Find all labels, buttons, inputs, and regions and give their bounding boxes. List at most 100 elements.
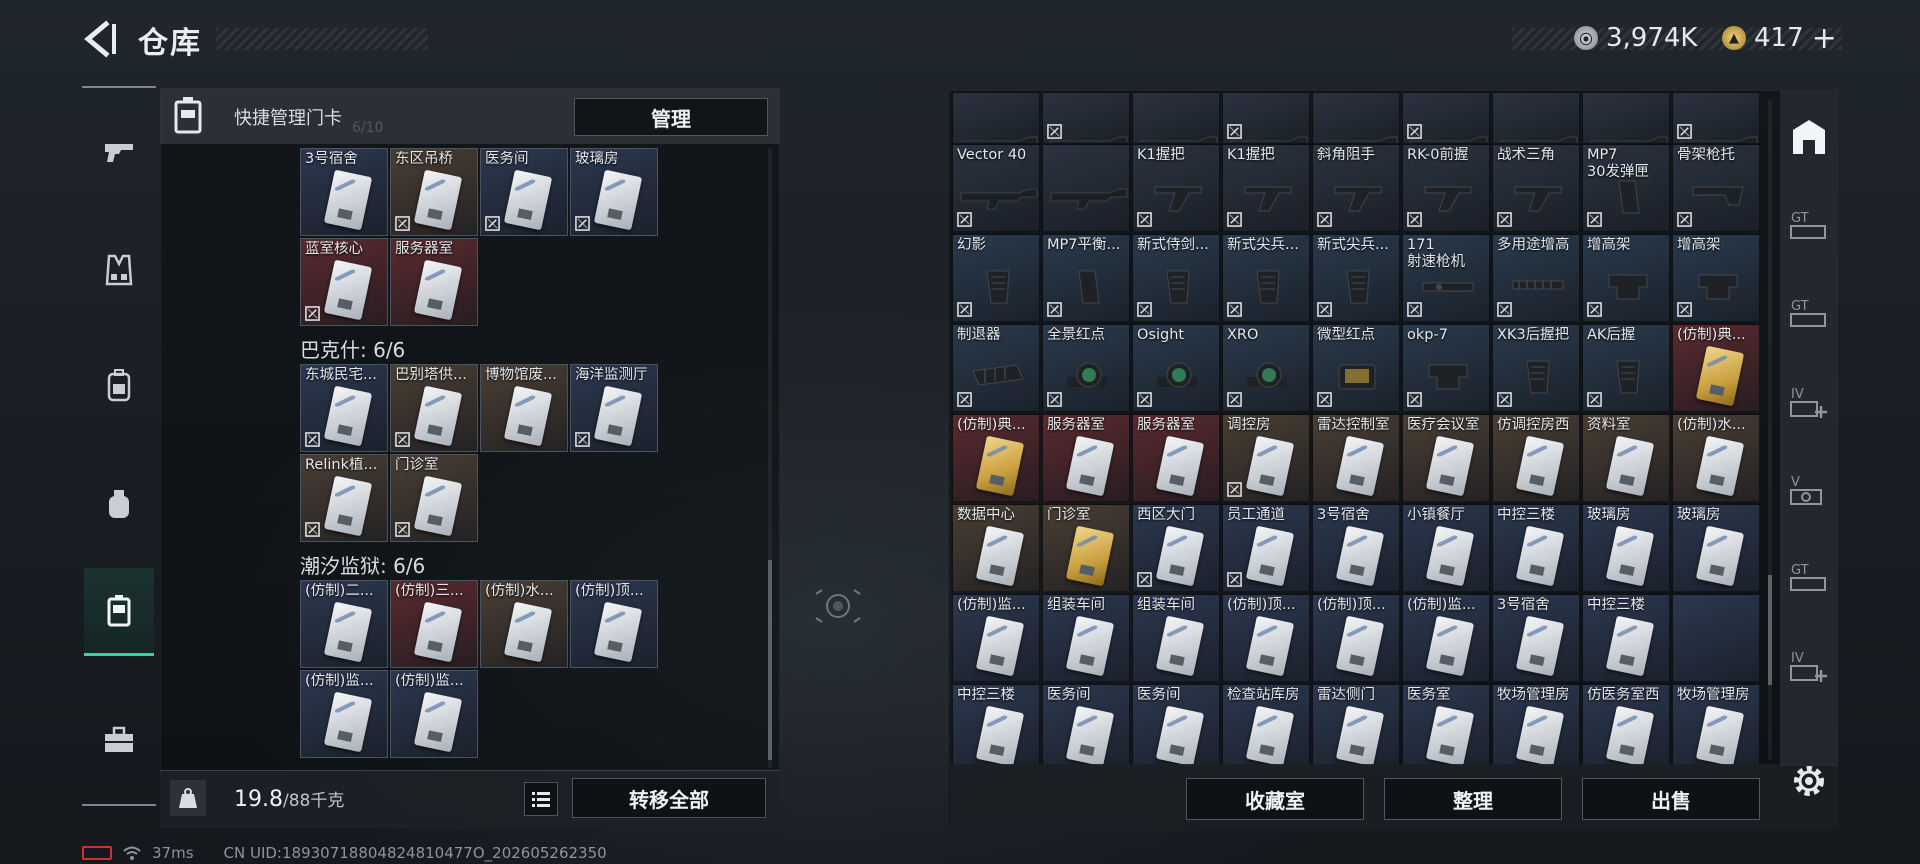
warehouse-item[interactable]: RK-0前握 [1402, 144, 1490, 232]
collection-room-button[interactable]: 收藏室 [1186, 778, 1364, 820]
warehouse-item[interactable]: 中控三楼 [952, 684, 1040, 772]
nav-toolbox[interactable] [84, 696, 154, 784]
warehouse-item[interactable]: 医疗会议室 [1402, 414, 1490, 502]
warehouse-item[interactable]: 微型红点 [1312, 324, 1400, 412]
warehouse-item[interactable]: 组装车间 [1132, 594, 1220, 682]
warehouse-item[interactable]: 3号宿舍 [1312, 504, 1400, 592]
warehouse-item[interactable]: 医务室 [1402, 684, 1490, 772]
back-button[interactable] [78, 18, 120, 60]
warehouse-item[interactable]: Osight [1132, 324, 1220, 412]
category-filter-button[interactable]: GT [1780, 544, 1838, 616]
warehouse-item[interactable]: 服务器室 [1042, 414, 1130, 502]
warehouse-item[interactable]: 数据中心 [952, 504, 1040, 592]
keycard-slot[interactable]: (仿制)二... [300, 580, 388, 668]
keycard-slot[interactable]: (仿制)监... [390, 670, 478, 758]
nav-gear[interactable] [84, 226, 154, 314]
nav-consumables[interactable] [84, 460, 154, 548]
warehouse-item[interactable]: K1握把 [1222, 144, 1310, 232]
warehouse-item[interactable] [1402, 92, 1490, 144]
warehouse-item[interactable]: 调控房 [1222, 414, 1310, 502]
warehouse-item[interactable] [1042, 92, 1130, 144]
manage-button[interactable]: 管理 [574, 98, 768, 136]
category-filter-button[interactable]: V [1780, 456, 1838, 528]
keycard-slot[interactable]: 医务间 [480, 148, 568, 236]
warehouse-item[interactable]: XRO [1222, 324, 1310, 412]
warehouse-item[interactable]: MP7平衡... [1042, 234, 1130, 322]
warehouse-item[interactable]: 战术三角 [1492, 144, 1580, 232]
warehouse-item[interactable]: 多用途增高 [1492, 234, 1580, 322]
warehouse-item[interactable]: 牧场管理房 [1672, 684, 1760, 772]
warehouse-item[interactable] [1672, 92, 1760, 144]
warehouse-item[interactable]: 检查站库房 [1222, 684, 1310, 772]
warehouse-item[interactable]: 全景红点 [1042, 324, 1130, 412]
warehouse-item[interactable]: 斜角阻手 [1312, 144, 1400, 232]
warehouse-item[interactable]: 3号宿舍 [1492, 594, 1580, 682]
keycard-slot[interactable]: (仿制)顶... [570, 580, 658, 668]
keycard-slot[interactable]: 巴别塔供... [390, 364, 478, 452]
nav-backpack[interactable] [84, 342, 154, 430]
warehouse-item[interactable]: (仿制)典... [1672, 324, 1760, 412]
keycard-slot[interactable]: (仿制)监... [300, 670, 388, 758]
organize-button[interactable]: 整理 [1384, 778, 1562, 820]
warehouse-item[interactable]: (仿制)典... [952, 414, 1040, 502]
warehouse-item[interactable]: 服务器室 [1132, 414, 1220, 502]
left-scrollbar[interactable] [768, 560, 772, 760]
nav-keycards[interactable] [84, 568, 154, 656]
sell-button[interactable]: 出售 [1582, 778, 1760, 820]
warehouse-item[interactable] [1492, 92, 1580, 144]
add-premium-button[interactable]: + [1812, 21, 1837, 56]
warehouse-item[interactable]: 增高架 [1582, 234, 1670, 322]
warehouse-item[interactable]: 幻影 [952, 234, 1040, 322]
warehouse-item[interactable]: 中控三楼 [1582, 594, 1670, 682]
category-filter-button[interactable]: IV [1780, 632, 1838, 704]
warehouse-item[interactable]: 制退器 [952, 324, 1040, 412]
nav-firearms[interactable] [84, 108, 154, 196]
category-filter-button[interactable]: IV [1780, 368, 1838, 440]
warehouse-item[interactable]: Vector 40 [952, 144, 1040, 232]
keycard-slot[interactable]: 博物馆废... [480, 364, 568, 452]
warehouse-item[interactable]: 雷达侧门 [1312, 684, 1400, 772]
warehouse-item[interactable]: 小镇餐厅 [1402, 504, 1490, 592]
warehouse-item[interactable]: (仿制)监... [952, 594, 1040, 682]
warehouse-item[interactable]: (仿制)水... [1672, 414, 1760, 502]
transfer-all-button[interactable]: 转移全部 [572, 778, 766, 818]
category-all-button[interactable] [1780, 104, 1838, 176]
warehouse-item[interactable]: okp-7 [1402, 324, 1490, 412]
warehouse-item[interactable]: 雷达控制室 [1312, 414, 1400, 502]
warehouse-item[interactable]: 增高架 [1672, 234, 1760, 322]
keycard-slot[interactable]: 海洋监测厅 [570, 364, 658, 452]
premium-balance[interactable]: ▲ 417 + [1722, 20, 1837, 56]
warehouse-item[interactable]: 医务间 [1042, 684, 1130, 772]
warehouse-item[interactable] [952, 92, 1040, 144]
keycard-slot[interactable]: 门诊室 [390, 454, 478, 542]
warehouse-item[interactable]: 组装车间 [1042, 594, 1130, 682]
warehouse-item[interactable]: (仿制)顶... [1312, 594, 1400, 682]
warehouse-item[interactable]: 西区大门 [1132, 504, 1220, 592]
warehouse-item[interactable]: 资料室 [1582, 414, 1670, 502]
keycard-slot[interactable]: 东区吊桥 [390, 148, 478, 236]
warehouse-item[interactable]: 新式尖兵... [1312, 234, 1400, 322]
warehouse-item[interactable]: XK3后握把 [1492, 324, 1580, 412]
warehouse-item[interactable]: 门诊室 [1042, 504, 1130, 592]
keycard-slot[interactable]: Relink植... [300, 454, 388, 542]
warehouse-item[interactable]: 玻璃房 [1672, 504, 1760, 592]
category-filter-button[interactable]: GT [1780, 280, 1838, 352]
keycard-slot[interactable]: 玻璃房 [570, 148, 658, 236]
keycard-slot[interactable]: (仿制)水... [480, 580, 568, 668]
keycard-slot[interactable]: 蓝室核心 [300, 238, 388, 326]
warehouse-item[interactable]: (仿制)顶... [1222, 594, 1310, 682]
warehouse-item[interactable]: 171 射速枪机 [1402, 234, 1490, 322]
warehouse-item[interactable]: 医务间 [1132, 684, 1220, 772]
warehouse-item[interactable] [1312, 92, 1400, 144]
warehouse-item[interactable]: 仿医务室西 [1582, 684, 1670, 772]
warehouse-item[interactable]: 仿调控房西 [1492, 414, 1580, 502]
warehouse-scrollbar[interactable] [1768, 575, 1772, 685]
warehouse-item[interactable]: 玻璃房 [1582, 504, 1670, 592]
warehouse-item[interactable] [1582, 92, 1670, 144]
warehouse-item[interactable] [1222, 92, 1310, 144]
warehouse-item[interactable]: 中控三楼 [1492, 504, 1580, 592]
warehouse-item[interactable] [1042, 144, 1130, 232]
category-filter-button[interactable]: GT [1780, 192, 1838, 264]
warehouse-item[interactable]: 牧场管理房 [1492, 684, 1580, 772]
warehouse-item[interactable]: 新式尖兵... [1222, 234, 1310, 322]
